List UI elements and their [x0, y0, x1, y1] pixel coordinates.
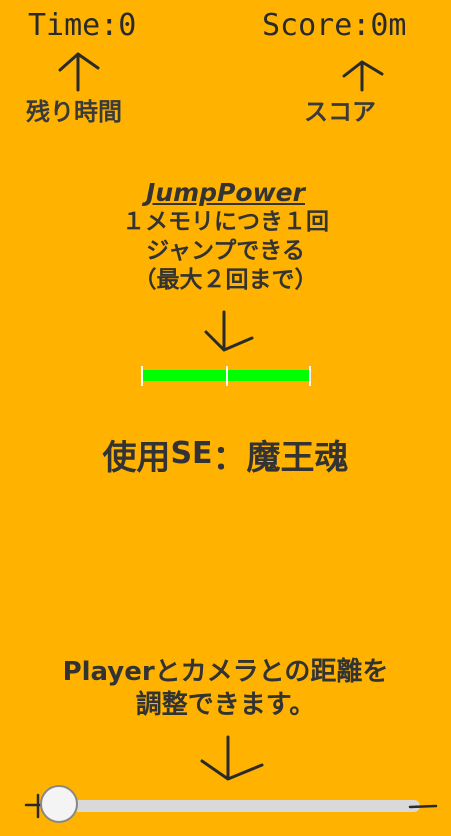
jump-power-line-1: １メモリにつき１回	[122, 209, 329, 235]
se-text: SE	[170, 436, 213, 471]
camera-info-line-1: Playerとカメラとの距離を	[62, 657, 389, 687]
jump-power-title: JumpPower	[146, 178, 305, 207]
time-caption: 残り時間	[26, 98, 122, 126]
time-up-arrow-icon	[58, 52, 100, 92]
gauge-tick	[141, 366, 143, 386]
score-caption: スコア	[304, 98, 376, 126]
gauge-tick	[309, 366, 311, 386]
camera-down-arrow-icon	[200, 735, 264, 781]
time-display: Time:0	[28, 8, 137, 43]
score-up-arrow-icon	[342, 60, 384, 92]
jump-power-gauge	[141, 366, 311, 386]
plus-icon	[408, 804, 438, 809]
se-prefix: 使用	[102, 438, 171, 478]
se-suffix: ：魔王魂	[212, 438, 349, 478]
jump-power-line-3: （最大２回まで）	[133, 267, 318, 293]
camera-distance-info: Playerとカメラとの距離を 調整できます。	[0, 656, 451, 722]
jump-power-line-2: ジャンプできる	[146, 238, 305, 264]
jump-power-info: JumpPower １メモリにつき１回 ジャンプできる （最大２回まで）	[0, 178, 451, 295]
se-credit: 使用SE：魔王魂	[0, 430, 451, 479]
camera-info-line-2: 調整できます。	[135, 690, 316, 720]
slider-thumb[interactable]	[40, 785, 78, 823]
gauge-tick	[226, 366, 228, 386]
slider-track[interactable]	[60, 800, 420, 812]
camera-distance-slider[interactable]	[24, 785, 438, 825]
jump-down-arrow-icon	[204, 310, 254, 352]
score-display: Score:0m	[262, 8, 407, 43]
